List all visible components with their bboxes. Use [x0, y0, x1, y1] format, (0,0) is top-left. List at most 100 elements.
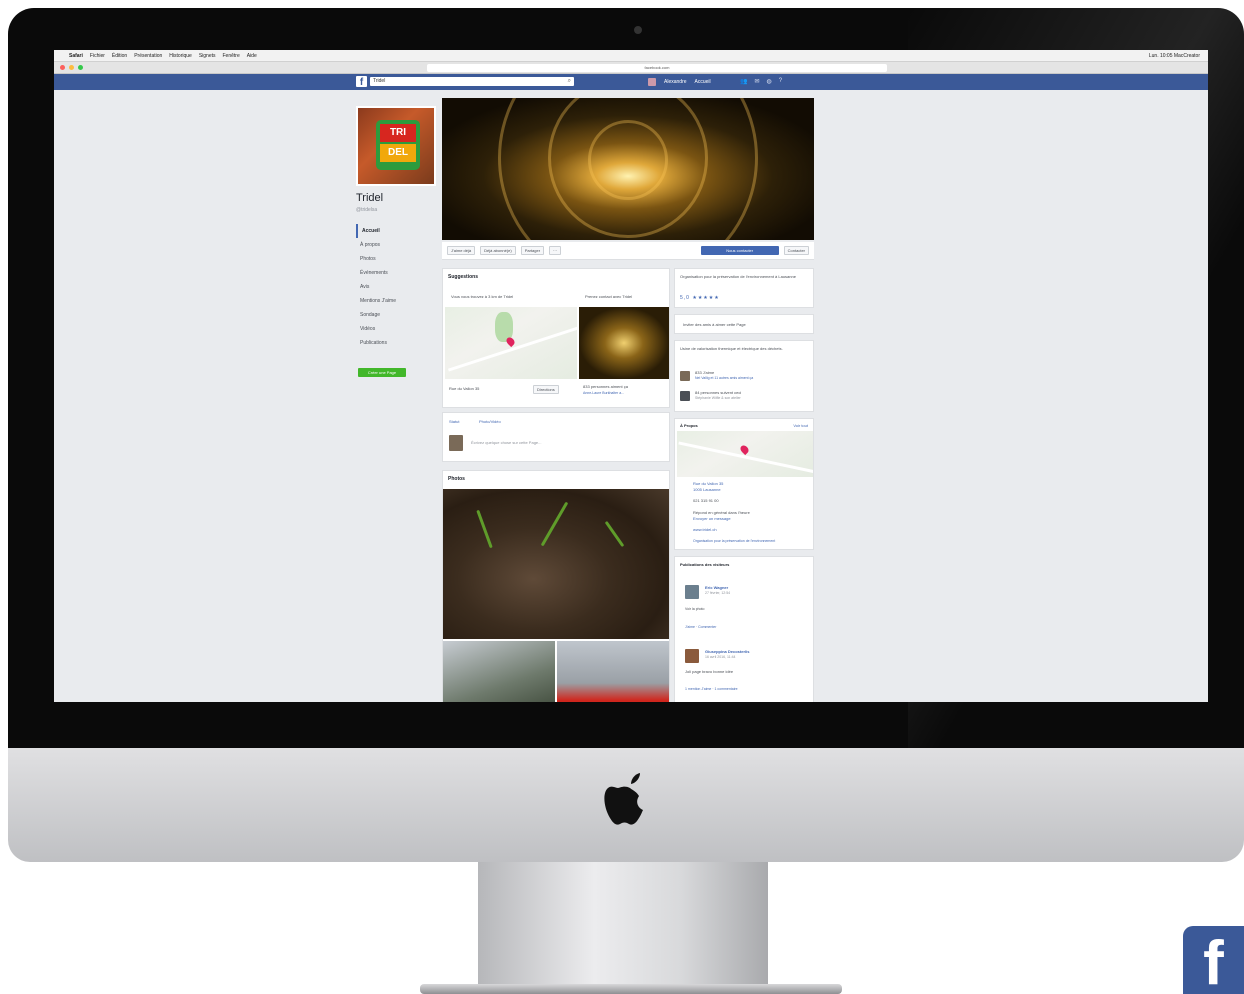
category-link[interactable]: Organisation pour la préservation de l'e… [693, 539, 775, 543]
nav-item-poll[interactable]: Sondage [356, 308, 438, 322]
invite-friends-link[interactable]: Inviter des amis à aimer cette Page [683, 322, 746, 327]
logo-text-bottom: DEL [380, 144, 416, 162]
suggestion-likes: 833 personnes aiment ça [583, 384, 628, 389]
menu-safari[interactable]: Safari [69, 53, 83, 59]
send-message-link[interactable]: Envoyer un message [693, 516, 731, 521]
photo-detail [540, 501, 569, 547]
rating-stars[interactable]: 5,0 ★★★★★ [680, 295, 720, 301]
imac-mockup: Safari Fichier Édition Présentation Hist… [0, 0, 1244, 994]
location-map[interactable] [677, 431, 813, 477]
user-name-link[interactable]: Alexandre [664, 79, 687, 85]
nav-item-home[interactable]: Accueil [356, 224, 438, 238]
map-pin-icon [504, 335, 517, 348]
page-handle[interactable]: @tridelsa [356, 207, 377, 213]
info-card: À Propos Voir tout Rue du Vallon 35 1005… [674, 418, 814, 550]
nav-item-photos[interactable]: Photos [356, 252, 438, 266]
post-author[interactable]: Giuseppina Decosterlis [705, 649, 749, 654]
followers-count: 84 personnes suivent ceci [695, 390, 742, 395]
search-value: Tridel [373, 78, 386, 84]
location-map[interactable] [445, 307, 577, 379]
about-summary-card: Organisation pour la préservation de l'e… [674, 268, 814, 308]
visitor-posts-card: Publications des visiteurs Eric Wagner 2… [674, 556, 814, 702]
facebook-logo-icon[interactable]: f [356, 76, 367, 88]
tridel-logo: TRI DEL [376, 120, 420, 170]
page-title[interactable]: Tridel [356, 192, 383, 204]
nav-item-events[interactable]: Événements [356, 266, 438, 280]
photo-athlete[interactable] [557, 641, 669, 702]
post-photo-link[interactable]: Voir la photo [685, 607, 704, 611]
zoom-window-icon[interactable] [78, 65, 83, 70]
nav-item-videos[interactable]: Vidéos [356, 322, 438, 336]
menu-file[interactable]: Fichier [90, 53, 105, 59]
address-bar[interactable]: facebook.com [427, 63, 887, 72]
photo-video-tab[interactable]: Photo/Vidéo [479, 419, 501, 424]
home-link[interactable]: Accueil [695, 79, 711, 85]
see-all-link[interactable]: Voir tout [793, 423, 808, 428]
page-description: Usine de valorisation thermique et élect… [680, 346, 783, 351]
search-icon[interactable]: ⌕ [568, 77, 571, 86]
browser-screen: Safari Fichier Édition Présentation Hist… [54, 50, 1208, 702]
menubar-status: Lun. 10:05 MacCreator [1148, 52, 1200, 59]
page-profile-picture[interactable]: TRI DEL [356, 106, 436, 186]
avatar[interactable] [648, 78, 656, 86]
menu-window[interactable]: Fenêtre [223, 53, 240, 59]
more-button[interactable]: ··· [549, 246, 562, 255]
contact-us-button[interactable]: Nous contacter [700, 246, 779, 255]
suggestions-card: Suggestions Vous vous trouvez à 3 km de … [442, 268, 670, 408]
menu-edit[interactable]: Édition [112, 53, 127, 59]
page-category: Organisation pour la préservation de l'e… [680, 274, 796, 279]
photo-compost[interactable] [443, 489, 669, 639]
nav-item-reviews[interactable]: Avis [356, 280, 438, 294]
close-window-icon[interactable] [60, 65, 65, 70]
messages-icon[interactable]: ✉ [754, 78, 759, 85]
composer-input[interactable]: Écrivez quelque chose sur cette Page... [471, 440, 541, 445]
post-date[interactable]: 27 février, 12:54 [705, 591, 730, 595]
info-address-line1[interactable]: Rue du Vallon 35 [693, 481, 723, 486]
page-action-bar: J'aime déjà Déjà abonné(e) Partager ··· … [442, 242, 814, 260]
imac-stand-foot [420, 984, 842, 994]
avatar [685, 585, 699, 599]
camera-dot [634, 26, 642, 34]
create-page-button[interactable]: Créer une Page [358, 368, 406, 377]
info-response-time: Répond en général dans l'heure [693, 510, 750, 515]
post-date[interactable]: 16 avril 2016, 11:44 [705, 655, 736, 659]
imac-stand [478, 862, 768, 990]
safari-toolbar: facebook.com [54, 62, 1208, 74]
like-button[interactable]: J'aime déjà [447, 246, 476, 255]
visitor-posts-title: Publications des visiteurs [680, 562, 730, 567]
post-author[interactable]: Eric Wagner [705, 585, 728, 590]
avatar [680, 371, 690, 381]
likes-friends[interactable]: Nel Vallig et 11 autres amis aiment ça [695, 376, 753, 380]
friends-icon[interactable]: 👥 [740, 78, 747, 85]
menu-view[interactable]: Présentation [134, 53, 162, 59]
facebook-topbar: f Tridel ⌕ Alexandre Accueil 👥 ✉ ◍ ? [54, 74, 1208, 90]
post-actions[interactable]: J'aime · Commenter [685, 625, 716, 629]
website-link[interactable]: www.tridel.ch [693, 527, 717, 532]
nav-item-likes[interactable]: Mentions J'aime [356, 294, 438, 308]
suggestion-likes-sub[interactable]: Anne-Laure Burkhalter a... [583, 391, 624, 395]
notifications-icon[interactable]: ◍ [767, 78, 772, 85]
info-address-line2[interactable]: 1005 Lausanne [693, 487, 721, 492]
message-button[interactable]: Contacter [783, 246, 809, 255]
cover-photo[interactable] [442, 98, 814, 240]
avatar [680, 391, 690, 401]
nav-item-posts[interactable]: Publications [356, 336, 438, 350]
menu-bookmarks[interactable]: Signets [199, 53, 216, 59]
follow-button[interactable]: Déjà abonné(e) [480, 246, 516, 255]
share-button[interactable]: Partager [520, 246, 545, 255]
status-tab[interactable]: Statut [449, 419, 459, 424]
directions-button[interactable]: Directions [533, 385, 559, 394]
nav-item-about[interactable]: À propos [356, 238, 438, 252]
menu-help[interactable]: Aide [247, 53, 257, 59]
photos-title: Photos [448, 476, 465, 482]
help-icon[interactable]: ? [779, 78, 782, 85]
minimize-window-icon[interactable] [69, 65, 74, 70]
photo-building[interactable] [443, 641, 555, 702]
post-actions[interactable]: 1 mention J'aime · 1 commentaire [685, 687, 738, 691]
followers-sub: Stéphanie Wilfle & son atelier [695, 396, 741, 400]
facebook-brand-icon: f [1183, 926, 1244, 994]
suggestion-tunnel-photo[interactable] [579, 307, 669, 379]
menu-history[interactable]: Historique [169, 53, 192, 59]
logo-text-top: TRI [380, 124, 416, 142]
facebook-search-input[interactable]: Tridel ⌕ [370, 77, 574, 86]
